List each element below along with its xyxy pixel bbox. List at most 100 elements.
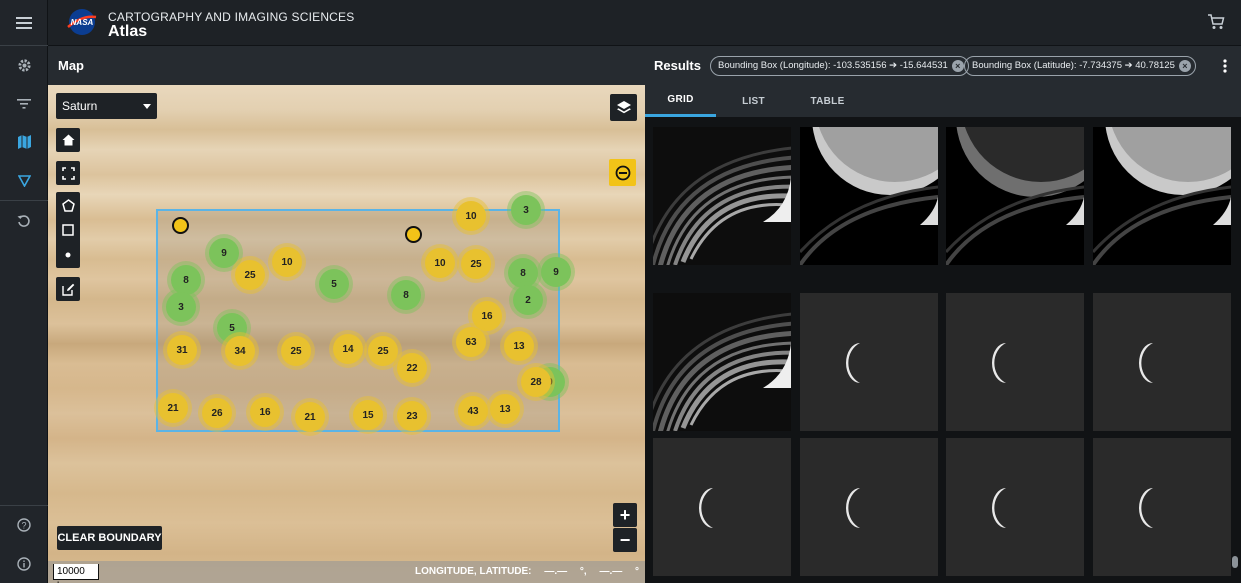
- help-icon[interactable]: ?: [12, 513, 36, 537]
- history-icon[interactable]: [12, 209, 36, 233]
- results-grid: [645, 117, 1241, 583]
- nasa-logo: NASA: [66, 7, 98, 37]
- cluster-marker[interactable]: 25: [235, 260, 265, 290]
- home-icon: [62, 134, 74, 146]
- rail-divider: [0, 45, 48, 46]
- result-thumbnail[interactable]: [1093, 293, 1231, 431]
- cluster-marker[interactable]: 31: [167, 335, 197, 365]
- result-thumbnail[interactable]: [1093, 127, 1231, 265]
- filter-chip-label: Bounding Box (Latitude): -7.734375 ➔ 40.…: [972, 60, 1175, 71]
- draw-toolbar: [56, 192, 80, 268]
- cluster-marker[interactable]: 5: [319, 269, 349, 299]
- chevron-down-icon: [143, 104, 151, 109]
- close-icon[interactable]: ×: [1178, 60, 1191, 72]
- point-tool[interactable]: [65, 243, 71, 268]
- cluster-marker[interactable]: 34: [225, 336, 255, 366]
- cluster-marker[interactable]: 8: [171, 265, 201, 295]
- result-thumbnail[interactable]: [1093, 438, 1231, 576]
- cluster-marker[interactable]: 25: [461, 249, 491, 279]
- cluster-marker[interactable]: 3: [511, 195, 541, 225]
- filter-chip-label: Bounding Box (Longitude): -103.535156 ➔ …: [718, 60, 948, 71]
- clear-boundary-button[interactable]: CLEAR BOUNDARY: [57, 526, 162, 550]
- rail-divider: [0, 200, 48, 201]
- cluster-marker[interactable]: 3: [166, 292, 196, 322]
- target-select[interactable]: Saturn: [56, 93, 157, 119]
- filter-chip-longitude[interactable]: Bounding Box (Longitude): -103.535156 ➔ …: [710, 56, 969, 76]
- tab-table[interactable]: TABLE: [792, 85, 863, 117]
- results-scrollbar[interactable]: [1232, 556, 1238, 568]
- rectangle-tool[interactable]: [62, 218, 74, 243]
- menu-icon[interactable]: [12, 11, 36, 35]
- fullscreen-button[interactable]: [56, 161, 80, 185]
- cluster-marker[interactable]: 28: [521, 367, 551, 397]
- cluster-marker[interactable]: 15: [353, 400, 383, 430]
- cluster-marker[interactable]: 21: [295, 402, 325, 432]
- cluster-marker[interactable]: 10: [456, 201, 486, 231]
- zoom-out-button[interactable]: −: [613, 528, 637, 552]
- result-thumbnail[interactable]: [800, 293, 938, 431]
- filter-icon[interactable]: [12, 92, 36, 116]
- longitude-unit: °,: [579, 566, 587, 577]
- cluster-marker[interactable]: 23: [397, 401, 427, 431]
- cluster-marker[interactable]: 21: [158, 393, 188, 423]
- result-thumbnail[interactable]: [653, 127, 791, 265]
- rectangle-icon: [62, 224, 74, 236]
- fullscreen-icon: [61, 166, 75, 180]
- map-heading: Map: [58, 58, 84, 73]
- map-icon[interactable]: [12, 130, 36, 154]
- cluster-marker[interactable]: 13: [490, 394, 520, 424]
- tab-grid[interactable]: GRID: [645, 85, 716, 117]
- result-thumbnail[interactable]: [946, 127, 1084, 265]
- longitude-value: —.—: [544, 566, 568, 577]
- cluster-marker[interactable]: 8: [508, 258, 538, 288]
- cluster-marker[interactable]: 2: [513, 285, 543, 315]
- latitude-unit: °: [635, 566, 639, 577]
- cluster-marker[interactable]: 10: [272, 247, 302, 277]
- results-panel-header: Results Bounding Box (Longitude): -103.5…: [645, 46, 1241, 85]
- home-button[interactable]: [56, 128, 80, 152]
- gear-icon[interactable]: [12, 53, 36, 77]
- map-pin[interactable]: [405, 226, 422, 243]
- map-canvas[interactable]: Saturn 10 3 9 25 10 8 5 8 10 25 8 9 2 3 …: [48, 85, 645, 583]
- polygon-tool[interactable]: [61, 193, 75, 218]
- cluster-marker[interactable]: 63: [456, 327, 486, 357]
- cluster-marker[interactable]: 22: [397, 353, 427, 383]
- cluster-marker[interactable]: 26: [202, 398, 232, 428]
- cluster-marker[interactable]: 14: [333, 334, 363, 364]
- map-pin[interactable]: [172, 217, 189, 234]
- cluster-marker[interactable]: 9: [209, 238, 239, 268]
- layers-button[interactable]: [610, 94, 637, 121]
- minus-circle-icon: [615, 165, 630, 180]
- cluster-marker[interactable]: 9: [541, 257, 571, 287]
- cluster-marker[interactable]: 25: [368, 336, 398, 366]
- close-icon[interactable]: ×: [951, 60, 964, 72]
- cluster-marker[interactable]: 43: [458, 396, 488, 426]
- result-thumbnail[interactable]: [653, 438, 791, 576]
- funnel-icon[interactable]: [12, 169, 36, 193]
- target-select-value: Saturn: [62, 99, 98, 113]
- cluster-marker[interactable]: 10: [425, 248, 455, 278]
- cluster-marker[interactable]: 25: [281, 336, 311, 366]
- cluster-marker[interactable]: 16: [250, 397, 280, 427]
- atlas-app: ? NASA CARTOGRAPHY AND IMAGING SCIENCES …: [0, 0, 1241, 583]
- cluster-marker[interactable]: 13: [504, 331, 534, 361]
- cluster-marker[interactable]: 16: [472, 301, 502, 331]
- zoom-in-button[interactable]: +: [613, 503, 637, 527]
- result-thumbnail[interactable]: [800, 127, 938, 265]
- remove-pin-button[interactable]: [609, 159, 636, 186]
- result-thumbnail[interactable]: [946, 293, 1084, 431]
- edit-button[interactable]: [56, 277, 80, 301]
- tab-list[interactable]: LIST: [718, 85, 789, 117]
- cluster-marker[interactable]: 8: [391, 280, 421, 310]
- layers-icon: [616, 100, 631, 113]
- more-options-icon[interactable]: [1223, 58, 1227, 74]
- filter-chip-latitude[interactable]: Bounding Box (Latitude): -7.734375 ➔ 40.…: [964, 56, 1196, 76]
- cursor-coordinates: LONGITUDE, LATITUDE: —.— °, —.— °: [405, 566, 639, 577]
- result-thumbnail[interactable]: [653, 293, 791, 431]
- cart-icon[interactable]: [1207, 13, 1227, 33]
- scale-bar: 10000 km: [53, 564, 99, 583]
- app-header: NASA CARTOGRAPHY AND IMAGING SCIENCES At…: [48, 0, 1241, 46]
- info-icon[interactable]: [12, 552, 36, 576]
- result-thumbnail[interactable]: [800, 438, 938, 576]
- result-thumbnail[interactable]: [946, 438, 1084, 576]
